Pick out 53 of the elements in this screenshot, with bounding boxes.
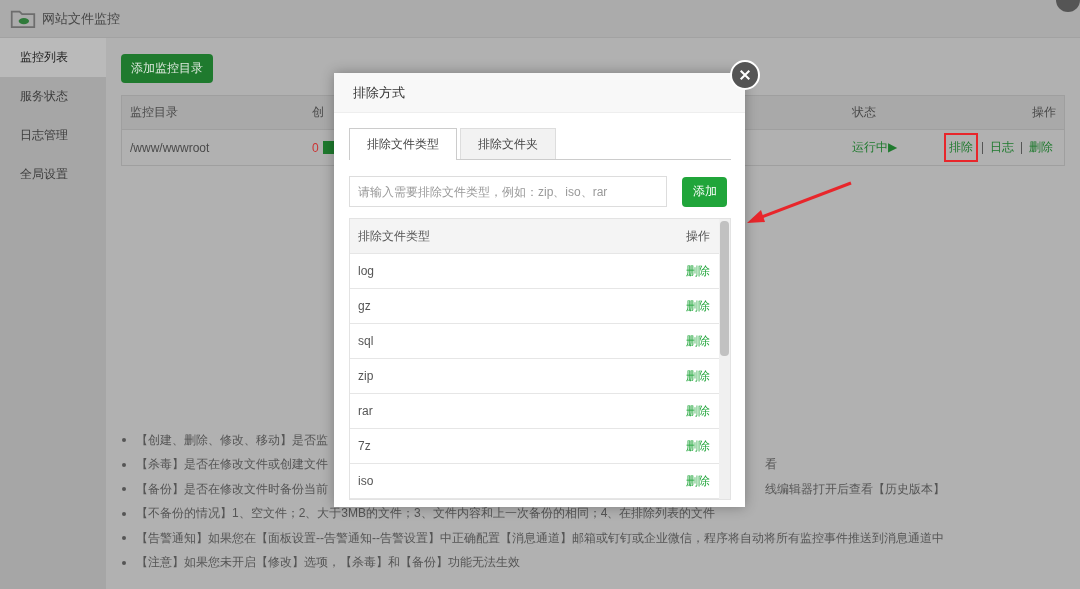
delete-link[interactable]: 删除 xyxy=(686,367,710,385)
action-link[interactable]: 日志 xyxy=(987,135,1017,160)
add-button[interactable]: 添加 xyxy=(682,176,727,207)
delete-link[interactable]: 删除 xyxy=(686,332,710,350)
column-header: 操作 xyxy=(686,227,710,245)
dialog-title: 排除方式 xyxy=(353,83,405,102)
notice-text: 【告警通知】如果您在【面板设置--告警通知--告警设置】中正确配置【消息通道】邮箱或钉钉或企业微信，程序将自动将所有监控事件推送到消息通道中 xyxy=(136,529,944,547)
bullet-icon xyxy=(122,511,126,516)
notice-text: 【注意】如果您未开启【修改】选项，【杀毒】和【备份】功能无法生效 xyxy=(136,554,520,572)
bullet-icon xyxy=(122,487,126,492)
bullet-icon xyxy=(122,536,126,541)
close-icon[interactable] xyxy=(1056,0,1080,12)
bullet-icon xyxy=(122,462,126,467)
column-header: 创 xyxy=(312,104,325,121)
sidebar-item[interactable]: 监控列表 xyxy=(0,38,106,77)
delete-link[interactable]: 删除 xyxy=(686,437,710,455)
table-cell: zip xyxy=(358,369,374,383)
close-button[interactable] xyxy=(730,60,760,90)
table-cell-text: /www/wwwroot xyxy=(130,140,211,155)
notice-text: 【创建、删除、修改、移动】是否监 xyxy=(136,431,328,449)
notice-text: 看 xyxy=(765,456,778,474)
tab[interactable]: 排除文件类型 xyxy=(349,128,457,160)
status-text: 运行中▶ xyxy=(852,139,899,156)
table-cell: sql xyxy=(358,334,374,348)
table-cell: rar xyxy=(358,404,373,418)
column-header: 排除文件类型 xyxy=(358,227,430,245)
table-cell: iso xyxy=(358,474,374,488)
bullet-icon xyxy=(122,560,126,565)
action-link[interactable]: 排除 xyxy=(944,133,978,162)
folder-icon xyxy=(10,8,36,29)
tab[interactable]: 排除文件夹 xyxy=(460,128,556,159)
delete-link[interactable]: 删除 xyxy=(686,472,710,490)
delete-link[interactable]: 删除 xyxy=(686,297,710,315)
add-directory-button[interactable]: 添加监控目录 xyxy=(121,54,213,83)
window-title: 网站文件监控 xyxy=(42,9,120,28)
bullet-icon xyxy=(122,438,126,443)
notice-text: 【不备份的情况】1、空文件；2、大于3MB的文件；3、文件内容和上一次备份的相同；4、在排除列表的文件 xyxy=(136,505,716,523)
close-icon xyxy=(739,69,751,81)
notice-text: 【备份】是否在修改文件时备份当前 xyxy=(136,480,329,498)
action-link[interactable]: 删除 xyxy=(1026,135,1056,160)
column-header: 监控目录 xyxy=(130,104,179,121)
column-header: 状态 xyxy=(852,104,877,121)
count-text: 0 xyxy=(312,140,319,155)
notice-text: 【杀毒】是否在修改文件或创建文件 xyxy=(136,456,329,474)
column-header: 操作 xyxy=(1031,104,1056,121)
table-cell: 7z xyxy=(358,439,371,453)
scrollbar-thumb[interactable] xyxy=(720,221,729,356)
delete-link[interactable]: 删除 xyxy=(686,262,710,280)
delete-link[interactable]: 删除 xyxy=(686,402,710,420)
table-cell: gz xyxy=(358,299,371,313)
table-cell: log xyxy=(358,264,374,278)
input-field[interactable]: 请输入需要排除文件类型，例如：zip、iso、rar xyxy=(349,176,667,207)
notice-text: 线编辑器打开后查看【历史版本】 xyxy=(765,480,946,498)
